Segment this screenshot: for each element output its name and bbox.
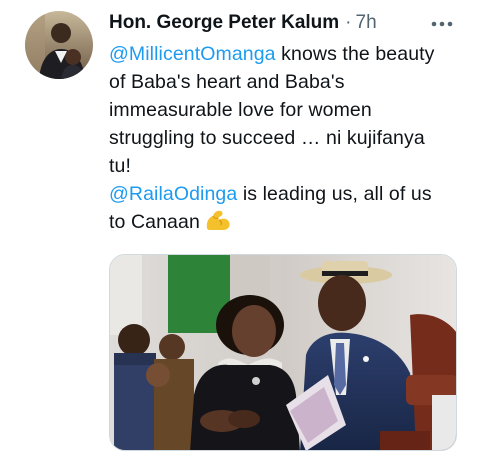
- tweet-timestamp[interactable]: 7h: [356, 12, 377, 34]
- flexed-biceps-emoji-icon: [204, 208, 232, 232]
- header-separator: ·: [345, 12, 352, 33]
- tweet-text-segment: knows the beauty: [275, 43, 435, 65]
- more-options-button[interactable]: [424, 12, 460, 36]
- tweet-line-5: tu!: [109, 155, 131, 177]
- tweet-media-photo[interactable]: [109, 254, 457, 451]
- photo-image: [110, 255, 456, 450]
- more-horizontal-icon: [431, 21, 453, 27]
- tweet-header: Hon. George Peter Kalum · 7h: [109, 10, 377, 36]
- tweet[interactable]: Hon. George Peter Kalum · 7h @MillicentO…: [0, 0, 480, 457]
- mention-link[interactable]: @MillicentOmanga: [109, 43, 276, 65]
- tweet-line-3: immeasurable love for women: [109, 99, 372, 121]
- tweet-text-segment: to Canaan: [109, 211, 200, 233]
- tweet-line-7: to Canaan: [109, 208, 469, 236]
- tweet-text: @MillicentOmanga knows the beauty of Bab…: [109, 40, 469, 236]
- tweet-line-4: struggling to succeed … ni kujifanya: [109, 127, 425, 149]
- tweet-line-1: @MillicentOmanga knows the beauty: [109, 40, 469, 68]
- tweet-line-6: @RailaOdinga is leading us, all of us: [109, 180, 469, 208]
- profile-photo-icon: [25, 11, 93, 79]
- tweet-line-2: of Baba's heart and Baba's: [109, 71, 345, 93]
- author-avatar[interactable]: [25, 11, 93, 79]
- mention-link[interactable]: @RailaOdinga: [109, 183, 237, 205]
- tweet-text-segment: is leading us, all of us: [237, 183, 432, 205]
- author-display-name[interactable]: Hon. George Peter Kalum: [109, 12, 339, 34]
